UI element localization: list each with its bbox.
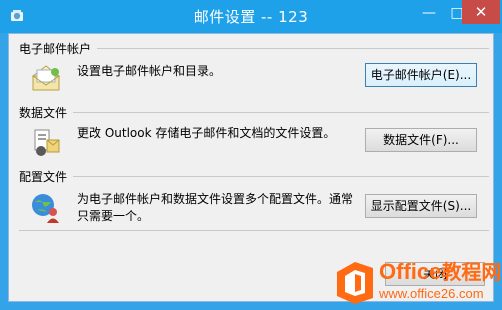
- watermark-brand-text: Office: [379, 259, 442, 284]
- show-profiles-button[interactable]: 显示配置文件(S)...: [365, 194, 477, 218]
- email-accounts-button[interactable]: 电子邮件帐户(E)...: [365, 63, 477, 87]
- close-window-button[interactable]: ✕: [462, 0, 500, 24]
- section-description: 为电子邮件帐户和数据文件设置多个配置文件。通常 只需要一个。: [77, 191, 353, 225]
- divider: [73, 112, 489, 113]
- section-title-data-files: 数据文件: [19, 106, 68, 120]
- data-files-icon: [34, 129, 60, 156]
- divider: [97, 48, 489, 49]
- minimize-button[interactable]: —: [415, 2, 443, 24]
- title-bar[interactable]: 邮件设置 -- 123 — □ ✕: [0, 0, 502, 33]
- email-accounts-icon: [31, 65, 61, 91]
- section-description: 更改 Outlook 存储电子邮件和文档的文件设置。: [77, 126, 336, 140]
- watermark-url: www.office26.com: [379, 286, 484, 301]
- section-title-profiles: 配置文件: [19, 170, 68, 184]
- data-files-button[interactable]: 数据文件(F)...: [365, 128, 477, 152]
- section-description: 设置电子邮件帐户和目录。: [77, 64, 222, 78]
- description-line: 只需要一个。: [77, 209, 150, 223]
- watermark-brand-suffix: 教程网: [441, 262, 502, 284]
- divider: [73, 176, 489, 177]
- divider: [19, 230, 489, 231]
- watermark-brand: Office教程网: [379, 256, 501, 285]
- section-title-email-accounts: 电子邮件帐户: [19, 42, 92, 56]
- office-logo-icon: [337, 262, 373, 304]
- profiles-icon: [32, 194, 59, 223]
- description-line: 为电子邮件帐户和数据文件设置多个配置文件。通常: [77, 192, 354, 206]
- mail-setup-window: 邮件设置 -- 123 — □ ✕ 电子邮件帐户 设置电子邮件帐户和目录。 电子…: [0, 0, 502, 310]
- watermark: Office教程网 www.office26.com: [333, 256, 502, 310]
